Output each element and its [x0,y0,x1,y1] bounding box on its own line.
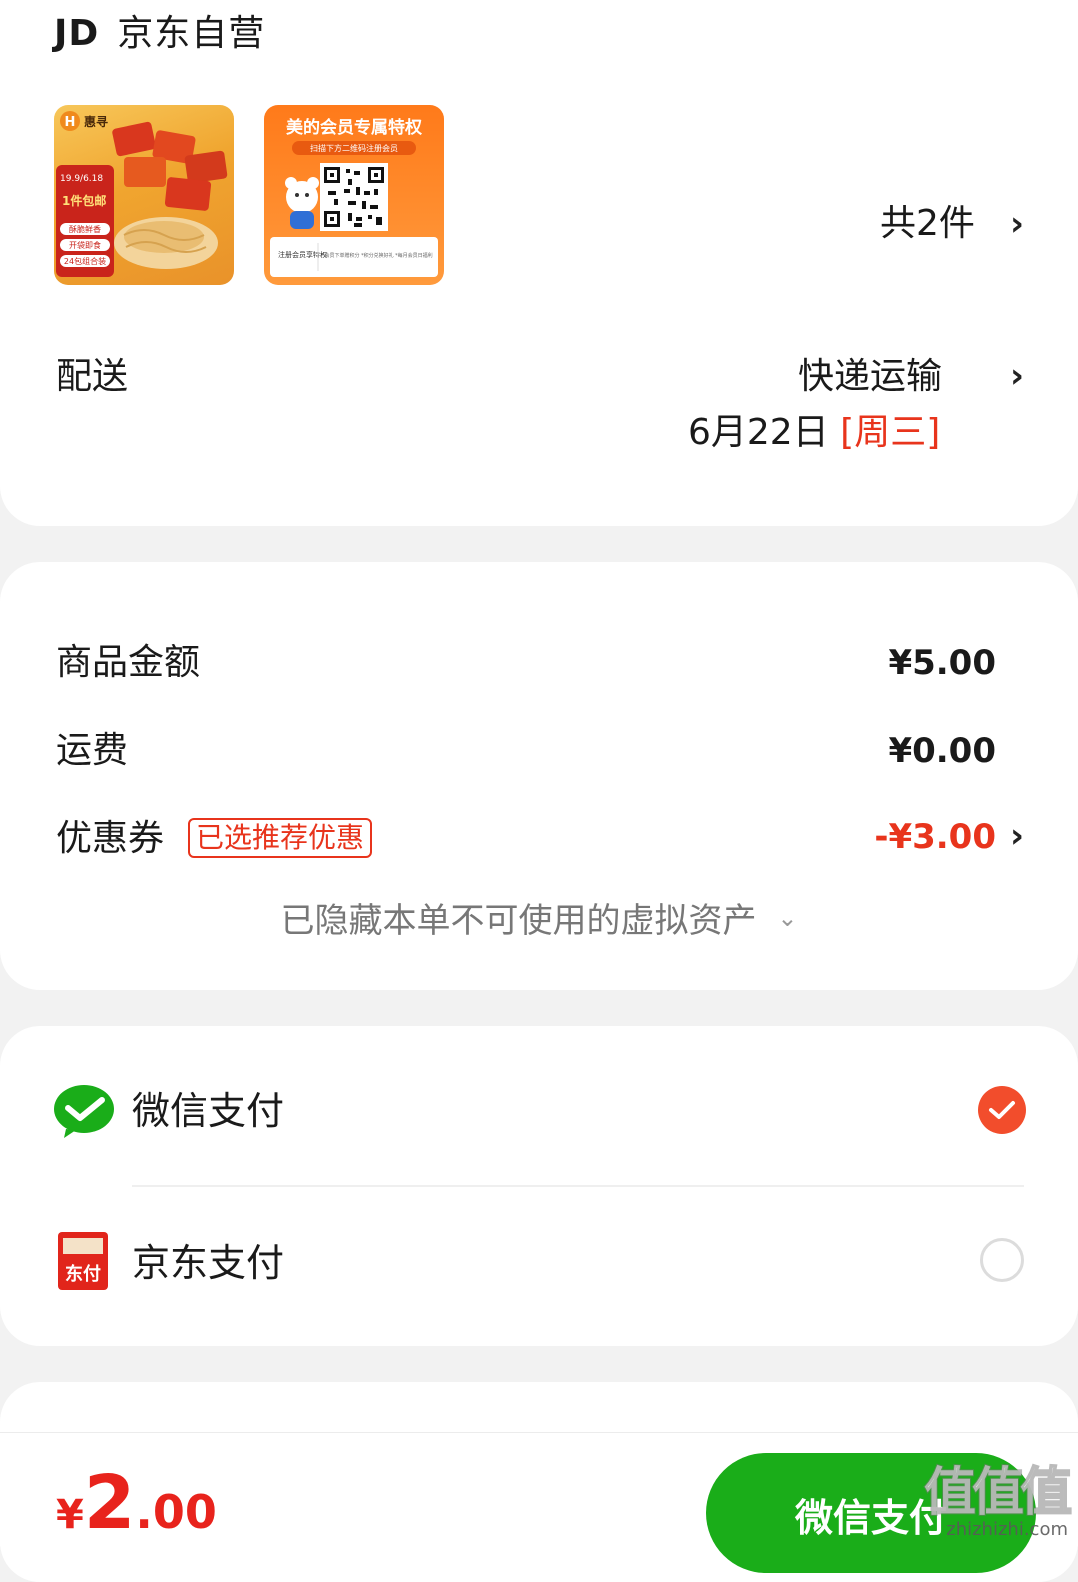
jd-pay-icon: 东付 [58,1232,108,1294]
goods-amount-label: 商品金额 [56,642,201,683]
payment-card: 微信支付 东付 京东支付 [0,1026,1078,1346]
thumb1-line3: 24包组合装 [64,256,106,266]
jd-pay-icon-text: 东付 [65,1263,101,1285]
store-card: JD 京东自营 H 惠寻 19.9/6.18 1件包邮 酥脆鲜香 开袋即食 24… [0,0,1078,526]
delivery-weekday: [周三] [840,412,941,453]
thumb1-line1: 酥脆鲜香 [69,224,101,234]
thumb1-badge: 19.9/6.18 [60,174,103,184]
wechat-pay-label[interactable]: 微信支付 [132,1086,284,1136]
jd-logo: JD [54,13,100,54]
wechat-pay-checked-icon[interactable] [978,1086,1026,1134]
chevron-down-icon: ⌄ [777,904,798,932]
shipping-label: 运费 [56,730,129,771]
item-count[interactable]: 共2件 [880,200,975,248]
thumb2-footer-right: *会员下单赠积分 *积分兑换好礼 *每月会员日福利 [322,252,433,259]
coupon-label: 优惠券 [56,818,165,859]
total-price: ¥2.00 [56,1463,217,1543]
membership-qr-image: 美的会员专属特权 扫描下方二维码注册会员 注册会员享特权 *会员下单赠积分 *积… [270,117,438,277]
coupon-value[interactable]: -¥3.00 [874,812,996,862]
wechat-pay-icon [54,1084,114,1142]
jd-pay-radio[interactable] [980,1238,1024,1282]
delivery-chevron-icon[interactable]: › [1010,356,1024,396]
total-integer: 2 [83,1460,136,1546]
store-name: 京东自营 [117,13,266,54]
thumb2-footer-left: 注册会员享特权 [278,250,327,259]
delivery-date-line: 6月22日 [周三] [688,408,940,458]
watermark: 值值值 zhizhizhi.com [923,1450,1073,1540]
coupon-tag: 已选推荐优惠 [188,818,373,858]
jd-pay-label[interactable]: 京东支付 [132,1238,284,1288]
goods-amount-value: ¥5.00 [888,643,996,683]
total-currency: ¥ [56,1492,84,1538]
checkout-bar: ¥2.00 微信支付 [0,1432,1078,1573]
delivery-label: 配送 [56,356,129,397]
hidden-assets-text: 已隐藏本单不可使用的虚拟资产 [280,901,757,941]
hidden-assets-toggle[interactable]: 已隐藏本单不可使用的虚拟资产 ⌄ [0,896,1078,949]
thumb1-brand: 惠寻 [84,114,108,129]
svg-text:H: H [65,115,76,130]
item-count-chevron-icon[interactable]: › [1010,204,1024,244]
delivery-date: 6月22日 [688,412,829,453]
thumb1-promo: 1件包邮 [62,193,106,208]
watermark-logo: 值值值 [923,1462,1073,1524]
product-thumbnail-membership[interactable]: 美的会员专属特权 扫描下方二维码注册会员 注册会员享特权 *会员下单赠积分 *积… [264,105,444,285]
coupon-chevron-icon[interactable]: › [1010,816,1024,856]
watermark-url: zhizhizhi.com [946,1519,1068,1540]
thumb2-subtitle: 扫描下方二维码注册会员 [310,143,398,153]
product-thumbnail-snack[interactable]: H 惠寻 19.9/6.18 1件包邮 酥脆鲜香 开袋即食 24包组合装 [54,105,234,285]
delivery-method[interactable]: 快递运输 [798,352,942,402]
thumb2-title: 美的会员专属特权 [286,117,423,138]
snack-product-image: H 惠寻 19.9/6.18 1件包邮 酥脆鲜香 开袋即食 24包组合装 [56,111,228,277]
thumb1-line2: 开袋即食 [69,240,101,250]
shipping-value: ¥0.00 [888,731,996,771]
amount-card: 商品金额 ¥5.00 运费 ¥0.00 优惠券 已选推荐优惠 -¥3.00 › … [0,562,1078,990]
total-decimal: .00 [135,1485,217,1539]
payment-divider [132,1185,1024,1187]
store-title: JD 京东自营 [54,8,265,60]
coupon-tag-text: 已选推荐优惠 [188,818,373,858]
